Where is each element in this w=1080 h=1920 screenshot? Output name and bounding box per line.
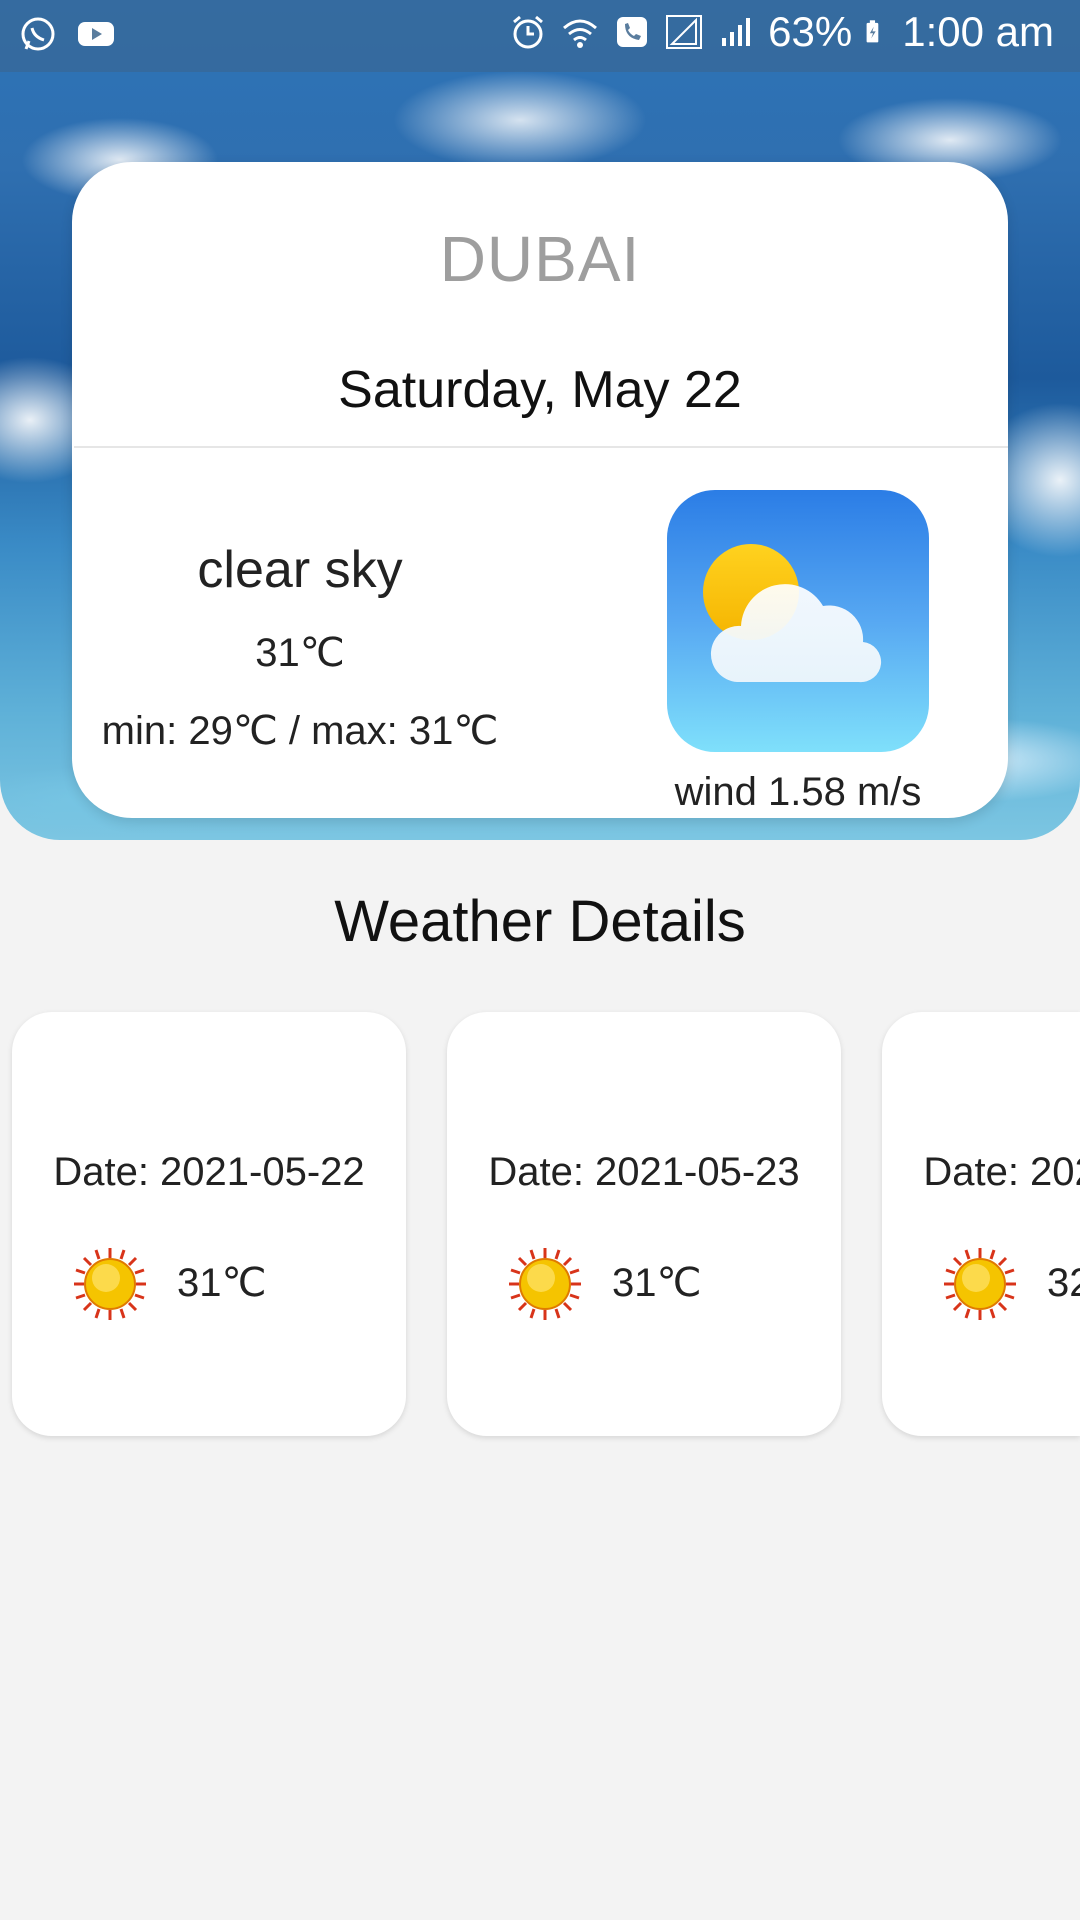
city-name: DUBAI [439, 223, 641, 295]
card-divider [74, 446, 1008, 448]
sun-icon [509, 1248, 581, 1320]
min-max-temperature: min: 29℃ / max: 31℃ [101, 709, 499, 753]
wind-speed: wind 1.58 m/s [674, 770, 922, 814]
forecast-date: Date: 2021-05-23 [488, 1150, 800, 1194]
clock: 1:00 am [902, 8, 1054, 55]
signal-icon [666, 15, 703, 49]
forecast-temperature: 31℃ [177, 1261, 267, 1305]
call-icon [617, 17, 648, 47]
forecast-card[interactable]: Date: 2021-05-22 31℃ [12, 1012, 406, 1436]
weather-description: clear sky [197, 541, 403, 599]
forecast-card[interactable]: Date: 2021-05-24 32℃ [882, 1012, 1080, 1436]
status-bar: 63% 1:00 am [0, 0, 1080, 72]
current-temperature: 31℃ [255, 631, 345, 675]
alarm-icon [513, 15, 544, 49]
sun-behind-cloud-icon [667, 490, 929, 752]
whatsapp-icon [21, 17, 55, 51]
sun-icon [74, 1248, 146, 1320]
forecast-date: Date: 2021-05-22 [53, 1150, 365, 1194]
current-date: Saturday, May 22 [338, 361, 742, 419]
forecast-date: Date: 2021-05-24 [923, 1150, 1080, 1194]
forecast-temperature: 31℃ [612, 1261, 702, 1305]
youtube-icon [78, 22, 114, 46]
forecast-card[interactable]: Date: 2021-05-23 31℃ [447, 1012, 841, 1436]
wifi-icon [563, 19, 598, 48]
forecast-temperature: 32℃ [1047, 1261, 1080, 1305]
signal-icon [722, 18, 751, 46]
battery-percent: 63% [768, 8, 853, 55]
sun-icon [944, 1248, 1016, 1320]
section-title: Weather Details [334, 889, 746, 954]
battery-icon [866, 20, 879, 43]
